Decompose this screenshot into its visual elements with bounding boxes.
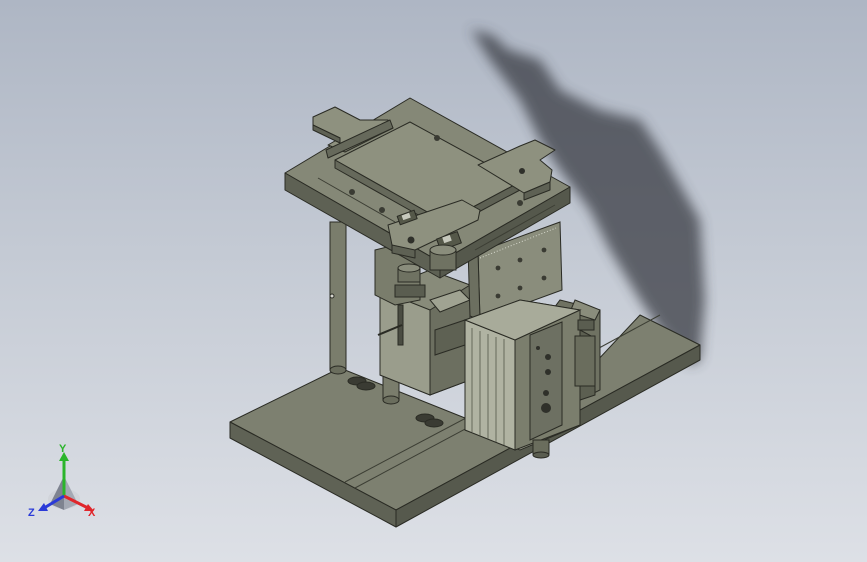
coordinate-triad: Y X Z — [28, 444, 96, 519]
y-axis-label: Y — [59, 444, 67, 455]
3d-assembly-model[interactable] — [0, 0, 867, 562]
graphics-viewport[interactable]: Y X Z — [0, 0, 867, 562]
x-axis-label: X — [88, 507, 96, 519]
z-axis-label: Z — [28, 507, 35, 519]
lift-cylinder[interactable] — [463, 299, 596, 459]
